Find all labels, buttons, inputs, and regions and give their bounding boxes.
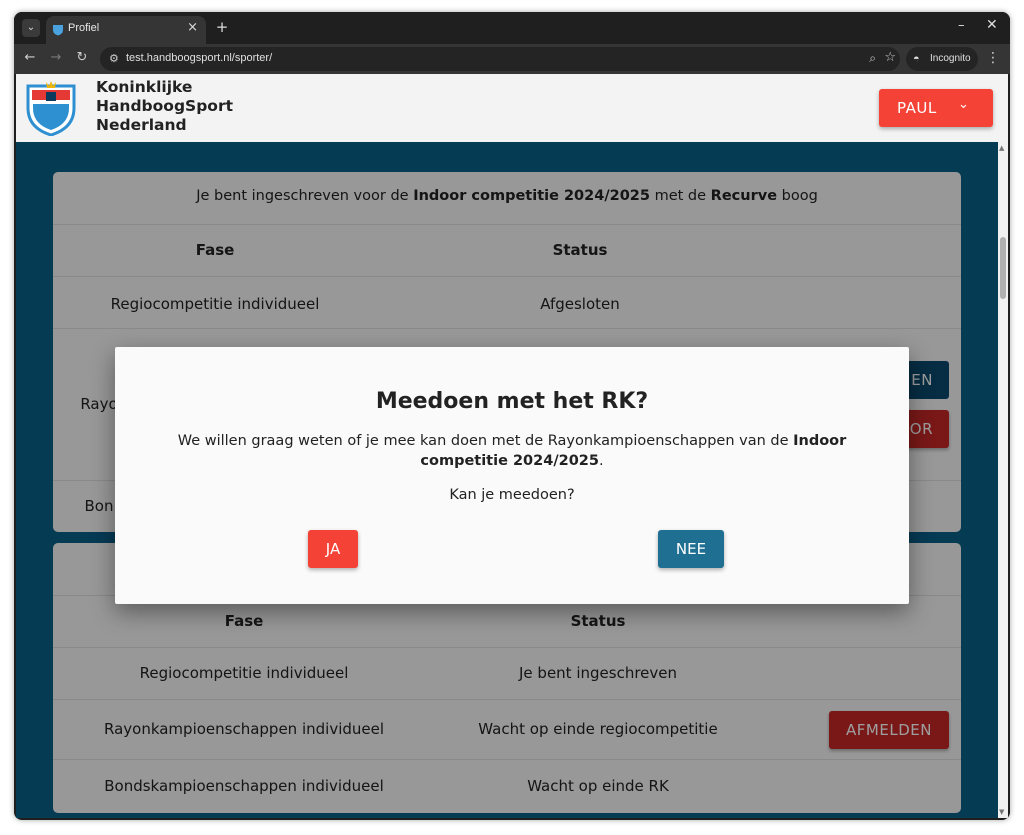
more-vert-icon[interactable]: ⋮ — [986, 50, 1000, 66]
bookmark-star-icon[interactable]: ☆ — [884, 50, 896, 65]
tab-close-icon[interactable]: × — [187, 20, 198, 35]
page-viewport: Koninklijke HandboogSport Nederland PAUL… — [16, 74, 1008, 818]
user-menu-button[interactable]: PAUL ⌄ — [879, 89, 993, 127]
tab-profiel[interactable]: Profiel × — [46, 16, 206, 44]
site-favicon-icon — [53, 25, 63, 36]
scroll-up-arrow-icon[interactable]: ▲ — [999, 144, 1004, 152]
browser-window: ⌄ Profiel × + – ✕ ← → ↻ ⚙ test.handboogs… — [14, 12, 1010, 820]
dialog-message-pre: We willen graag weten of je mee kan doen… — [177, 433, 794, 449]
rk-participation-dialog: Meedoen met het RK? We willen graag wete… — [115, 347, 909, 604]
browser-toolbar: ← → ↻ ⚙ test.handboogsport.nl/sporter/ ⌕… — [14, 44, 1010, 74]
site-name[interactable]: Koninklijke HandboogSport Nederland — [96, 78, 233, 135]
tab-title: Profiel — [68, 22, 100, 34]
dialog-question: Kan je meedoen? — [449, 487, 575, 503]
khsn-logo-icon[interactable] — [24, 78, 78, 136]
page-scrollbar[interactable]: ▲ ▼ — [998, 142, 1008, 818]
dialog-message-post: . — [598, 453, 604, 469]
user-menu-label: PAUL — [897, 99, 937, 117]
incognito-icon: ◓ — [913, 53, 920, 65]
site-name-line-2: HandboogSport — [96, 97, 234, 115]
yes-button[interactable]: JA — [308, 530, 358, 568]
no-button[interactable]: NEE — [658, 530, 724, 568]
site-name-line-1: Koninklijke — [96, 78, 193, 96]
site-header: Koninklijke HandboogSport Nederland PAUL… — [16, 74, 1008, 142]
address-bar[interactable]: ⚙ test.handboogsport.nl/sporter/ ⌕ ☆ — [100, 47, 900, 71]
window-close-icon[interactable]: ✕ — [986, 17, 998, 33]
site-name-line-3: Nederland — [96, 116, 187, 134]
reload-icon[interactable]: ↻ — [74, 50, 90, 66]
incognito-indicator[interactable]: ◓ Incognito — [906, 47, 978, 71]
tab-list-chevron-down-icon[interactable]: ⌄ — [22, 19, 40, 37]
scrollbar-thumb[interactable] — [1000, 237, 1006, 299]
url-text: test.handboogsport.nl/sporter/ — [126, 52, 273, 64]
back-arrow-icon[interactable]: ← — [22, 50, 38, 66]
dialog-title: Meedoen met het RK? — [375, 389, 649, 414]
site-info-tune-icon[interactable]: ⚙ — [109, 52, 123, 66]
zoom-icon[interactable]: ⌕ — [869, 51, 876, 66]
chevron-down-icon: ⌄ — [958, 97, 970, 112]
scroll-down-arrow-icon[interactable]: ▼ — [999, 808, 1004, 816]
forward-arrow-icon[interactable]: → — [48, 50, 64, 66]
tab-strip: ⌄ Profiel × + – ✕ — [14, 12, 1010, 44]
new-tab-plus-icon[interactable]: + — [213, 18, 231, 36]
incognito-label: Incognito — [930, 53, 971, 64]
dialog-message: We willen graag weten of je mee kan doen… — [155, 431, 869, 471]
minimize-icon[interactable]: – — [958, 18, 965, 33]
